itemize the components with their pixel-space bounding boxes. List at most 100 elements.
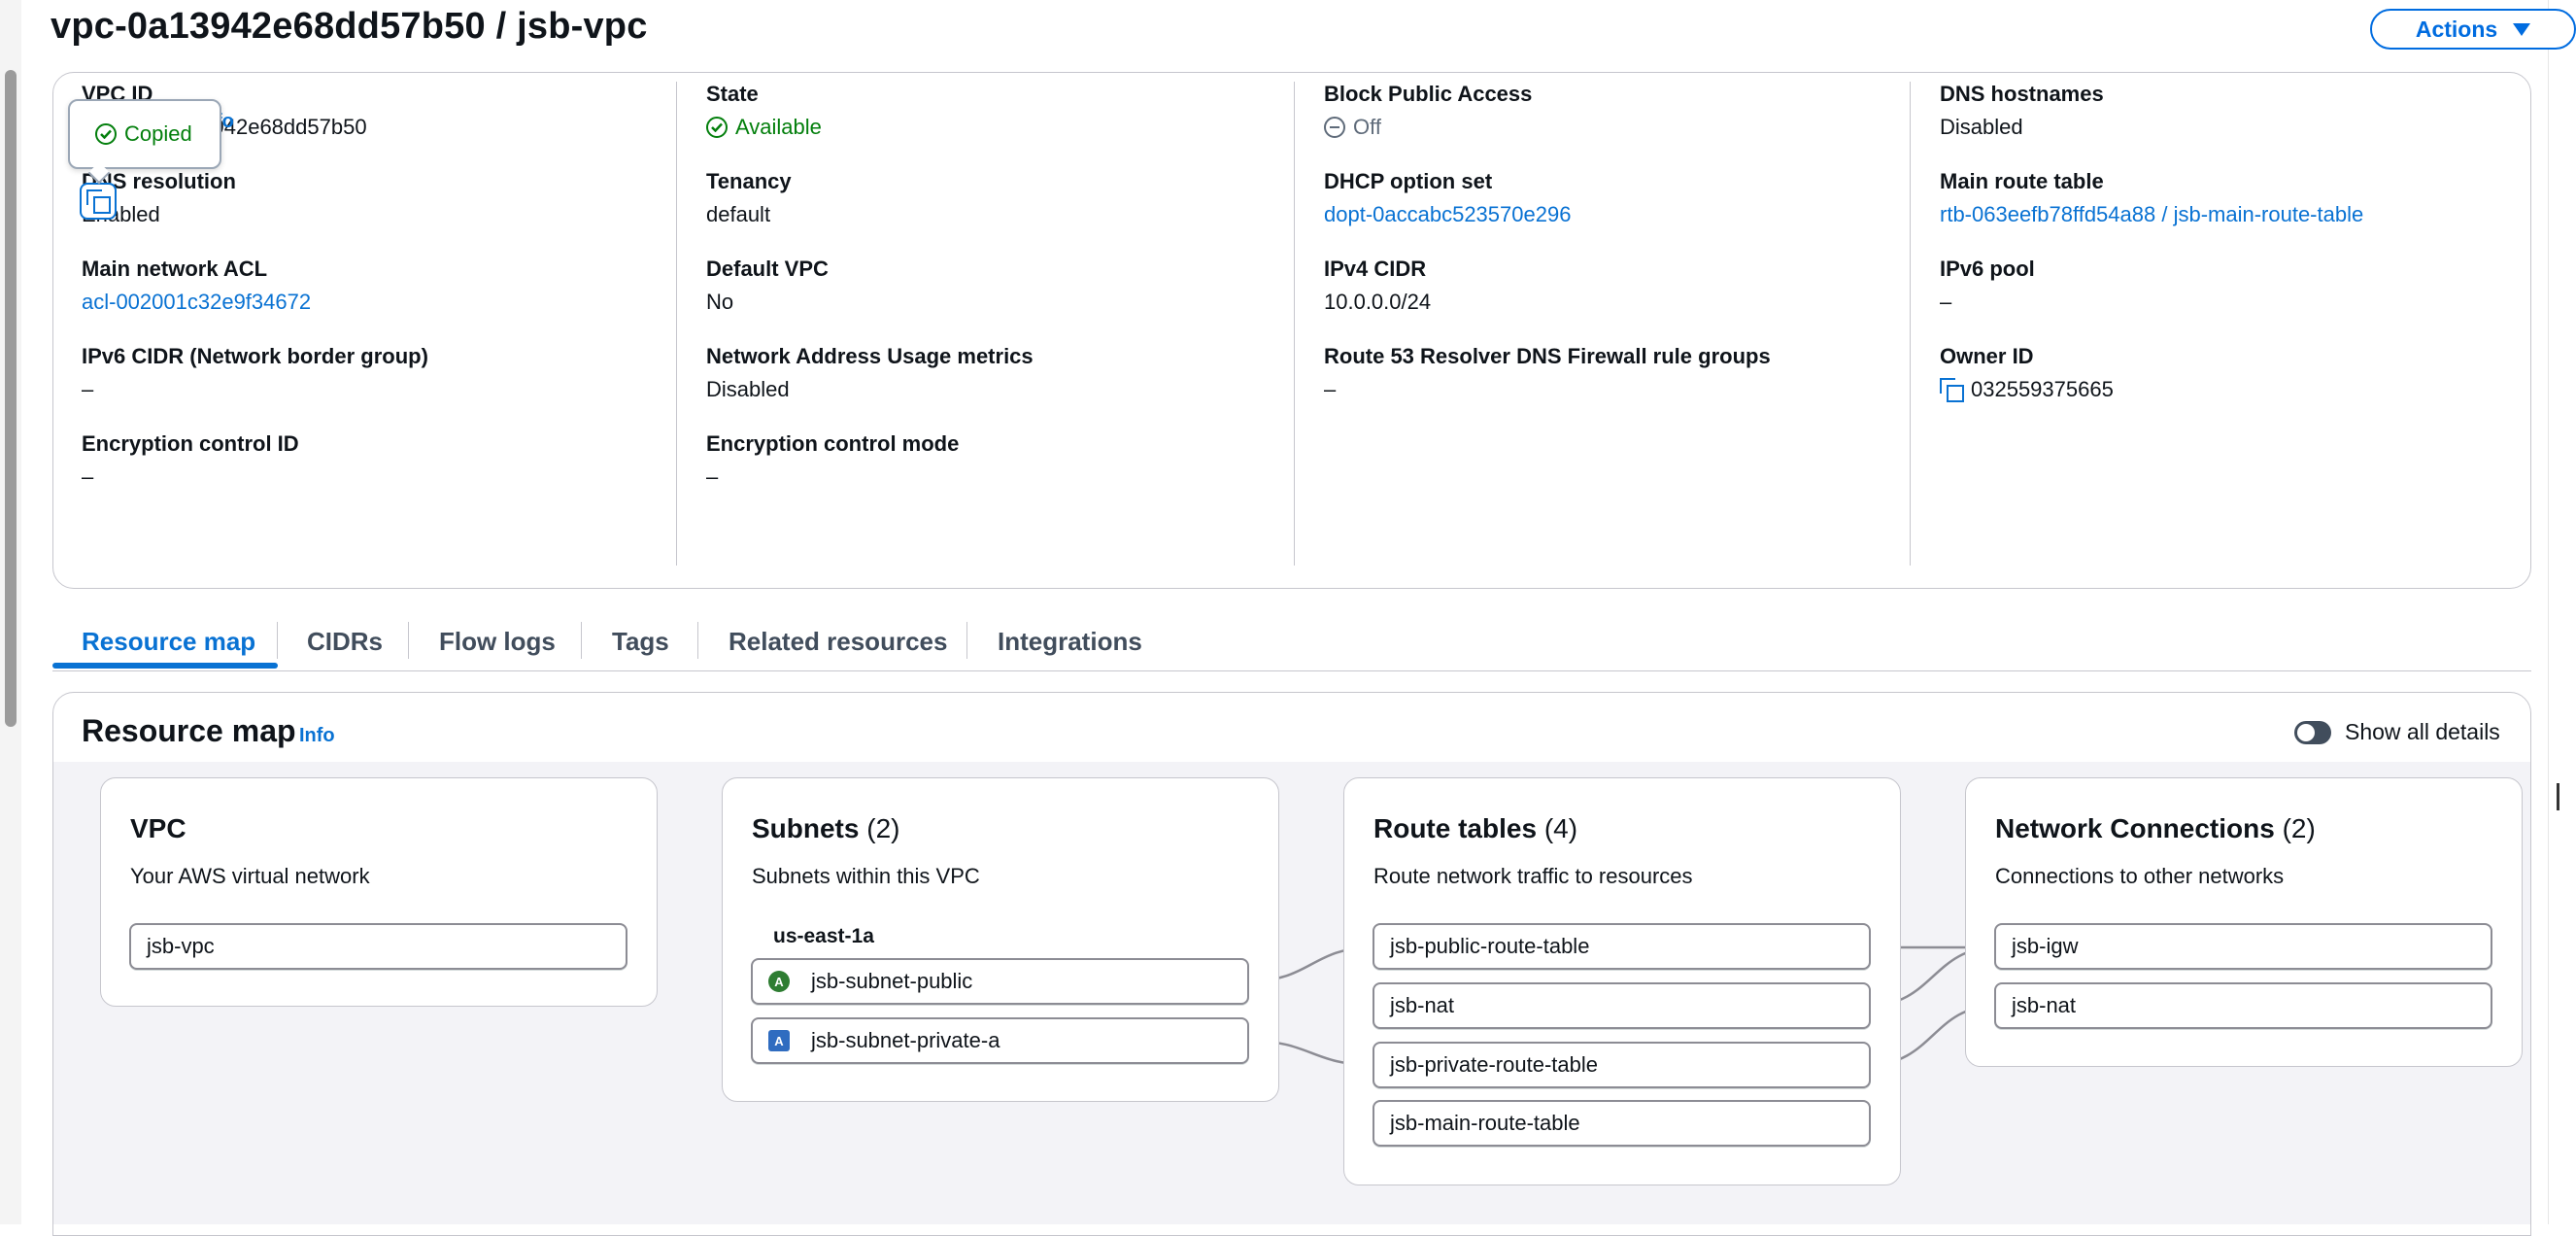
subnet-name: jsb-subnet-public xyxy=(811,969,973,993)
actions-button-label: Actions xyxy=(2415,16,2498,42)
subnets-panel-title: Subnets (2) xyxy=(752,813,899,844)
ipv6-cidr-label: IPv6 CIDR (Network border group) xyxy=(82,344,428,368)
block-public-access-label: Block Public Access xyxy=(1324,82,1533,106)
availability-zone-badge-icon: A xyxy=(768,1030,790,1051)
ipv4-cidr-field: IPv4 CIDR 10.0.0.0/24 xyxy=(1324,257,1431,315)
main-route-table-field: Main route table rtb-063eefb78ffd54a88 /… xyxy=(1940,169,2363,227)
route53-resolver-value: – xyxy=(1324,377,1337,401)
encryption-control-id-field: Encryption control ID – xyxy=(82,431,299,490)
ipv6-pool-label: IPv6 pool xyxy=(1940,257,2035,281)
left-scrollbar[interactable] xyxy=(0,0,21,1224)
ipv6-pool-value: – xyxy=(1940,290,1952,314)
tab-tags[interactable]: Tags xyxy=(612,612,669,670)
subnet-node-private[interactable]: A jsb-subnet-private-a xyxy=(751,1017,1249,1064)
subnets-count: (2) xyxy=(866,813,900,843)
state-field: State Available xyxy=(706,82,822,140)
default-vpc-label: Default VPC xyxy=(706,257,829,281)
dns-hostnames-value: Disabled xyxy=(1940,115,2023,139)
encryption-control-id-label: Encryption control ID xyxy=(82,431,299,456)
scrollbar-thumb[interactable] xyxy=(5,70,17,727)
route-tables-title-text: Route tables xyxy=(1373,813,1538,843)
copy-icon[interactable] xyxy=(1940,378,1964,402)
block-public-access-value-text: Off xyxy=(1353,115,1381,139)
dns-hostnames-label: DNS hostnames xyxy=(1940,82,2104,106)
state-value: Available xyxy=(706,115,822,140)
details-column-4: DNS hostnames Disabled Main route table … xyxy=(1910,82,2532,566)
route-tables-count: (4) xyxy=(1543,813,1578,843)
tab-divider xyxy=(697,622,698,659)
main-route-table-link[interactable]: rtb-063eefb78ffd54a88 / jsb-main-route-t… xyxy=(1940,202,2363,227)
show-all-details-toggle[interactable] xyxy=(2294,721,2331,744)
block-public-access-value: Off xyxy=(1324,115,1532,140)
owner-id-field: Owner ID 032559375665 xyxy=(1940,344,2114,402)
availability-zone-badge-icon: A xyxy=(768,971,790,992)
route53-resolver-field: Route 53 Resolver DNS Firewall rule grou… xyxy=(1324,344,1771,402)
vpc-panel-title: VPC xyxy=(130,813,186,843)
route-table-node[interactable]: jsb-private-route-table xyxy=(1373,1042,1871,1088)
route-tables-panel-title: Route tables (4) xyxy=(1373,813,1577,844)
encryption-control-mode-label: Encryption control mode xyxy=(706,431,960,456)
right-scrollbar[interactable] xyxy=(2548,0,2576,1224)
tab-flow-logs[interactable]: Flow logs xyxy=(439,612,556,670)
network-address-usage-field: Network Address Usage metrics Disabled xyxy=(706,344,1034,402)
state-label: State xyxy=(706,82,759,106)
copy-icon xyxy=(86,189,111,214)
network-connections-title-text: Network Connections xyxy=(1995,813,2275,843)
network-connection-node[interactable]: jsb-igw xyxy=(1994,923,2492,970)
vpc-panel-subtitle: Your AWS virtual network xyxy=(130,864,370,888)
main-network-acl-label: Main network ACL xyxy=(82,257,268,281)
dhcp-option-set-link[interactable]: dopt-0accabc523570e296 xyxy=(1324,202,1571,227)
encryption-control-mode-field: Encryption control mode – xyxy=(706,431,959,490)
default-vpc-field: Default VPC No xyxy=(706,257,829,315)
actions-button[interactable]: Actions xyxy=(2370,9,2576,50)
route53-resolver-label: Route 53 Resolver DNS Firewall rule grou… xyxy=(1324,344,1771,368)
network-address-usage-value: Disabled xyxy=(706,377,790,401)
subnets-title-text: Subnets xyxy=(752,813,860,843)
text-cursor xyxy=(2557,783,2559,810)
subnet-name: jsb-subnet-private-a xyxy=(811,1028,1000,1052)
subnet-node-public[interactable]: A jsb-subnet-public xyxy=(751,958,1249,1005)
ipv4-cidr-label: IPv4 CIDR xyxy=(1324,257,1427,281)
block-public-access-field: Block Public Access Off xyxy=(1324,82,1532,140)
subnets-panel-subtitle: Subnets within this VPC xyxy=(752,864,980,888)
caret-down-icon xyxy=(2513,22,2531,36)
main-network-acl-link[interactable]: acl-002001c32e9f34672 xyxy=(82,290,311,315)
page-title: vpc-0a13942e68dd57b50 / jsb-vpc xyxy=(51,6,648,47)
tenancy-value: default xyxy=(706,202,771,226)
vpc-panel: VPC Your AWS virtual network xyxy=(100,777,658,1007)
availability-zone-label: us-east-1a xyxy=(773,925,874,947)
tab-resource-map[interactable]: Resource map xyxy=(82,612,255,670)
tab-divider xyxy=(277,622,278,659)
tab-divider xyxy=(408,622,409,659)
copy-vpc-id-button[interactable] xyxy=(80,183,117,220)
minus-circle-icon xyxy=(1324,117,1345,138)
route-table-node[interactable]: jsb-main-route-table xyxy=(1373,1100,1871,1147)
dhcp-option-set-label: DHCP option set xyxy=(1324,169,1493,193)
copied-tooltip: Copied xyxy=(68,99,221,169)
tab-integrations[interactable]: Integrations xyxy=(998,612,1142,670)
encryption-control-mode-value: – xyxy=(706,464,719,489)
check-circle-icon xyxy=(95,123,117,145)
network-connections-count: (2) xyxy=(2282,813,2316,843)
dhcp-option-set-field: DHCP option set dopt-0accabc523570e296 xyxy=(1324,169,1571,227)
route-tables-panel-subtitle: Route network traffic to resources xyxy=(1373,864,1693,888)
network-connections-panel-title: Network Connections (2) xyxy=(1995,813,2316,844)
details-column-2: State Available Tenancy default Default … xyxy=(676,82,1295,566)
encryption-control-id-value: – xyxy=(82,464,94,489)
ipv6-pool-field: IPv6 pool – xyxy=(1940,257,2035,315)
ipv4-cidr-value: 10.0.0.0/24 xyxy=(1324,290,1432,314)
network-connection-node[interactable]: jsb-nat xyxy=(1994,982,2492,1029)
owner-id-value: 032559375665 xyxy=(1940,377,2114,402)
owner-id-label: Owner ID xyxy=(1940,344,2034,368)
tab-divider xyxy=(966,622,967,659)
show-all-details-label: Show all details xyxy=(2345,719,2500,744)
ipv6-cidr-value: – xyxy=(82,377,94,401)
route-table-node[interactable]: jsb-nat xyxy=(1373,982,1871,1029)
resource-map-info-link[interactable]: Info xyxy=(299,725,335,747)
tab-cidrs[interactable]: CIDRs xyxy=(307,612,383,670)
vpc-node[interactable]: jsb-vpc xyxy=(129,923,627,970)
route-table-node[interactable]: jsb-public-route-table xyxy=(1373,923,1871,970)
dns-hostnames-field: DNS hostnames Disabled xyxy=(1940,82,2104,140)
tab-related-resources[interactable]: Related resources xyxy=(729,612,947,670)
default-vpc-value: No xyxy=(706,290,734,314)
